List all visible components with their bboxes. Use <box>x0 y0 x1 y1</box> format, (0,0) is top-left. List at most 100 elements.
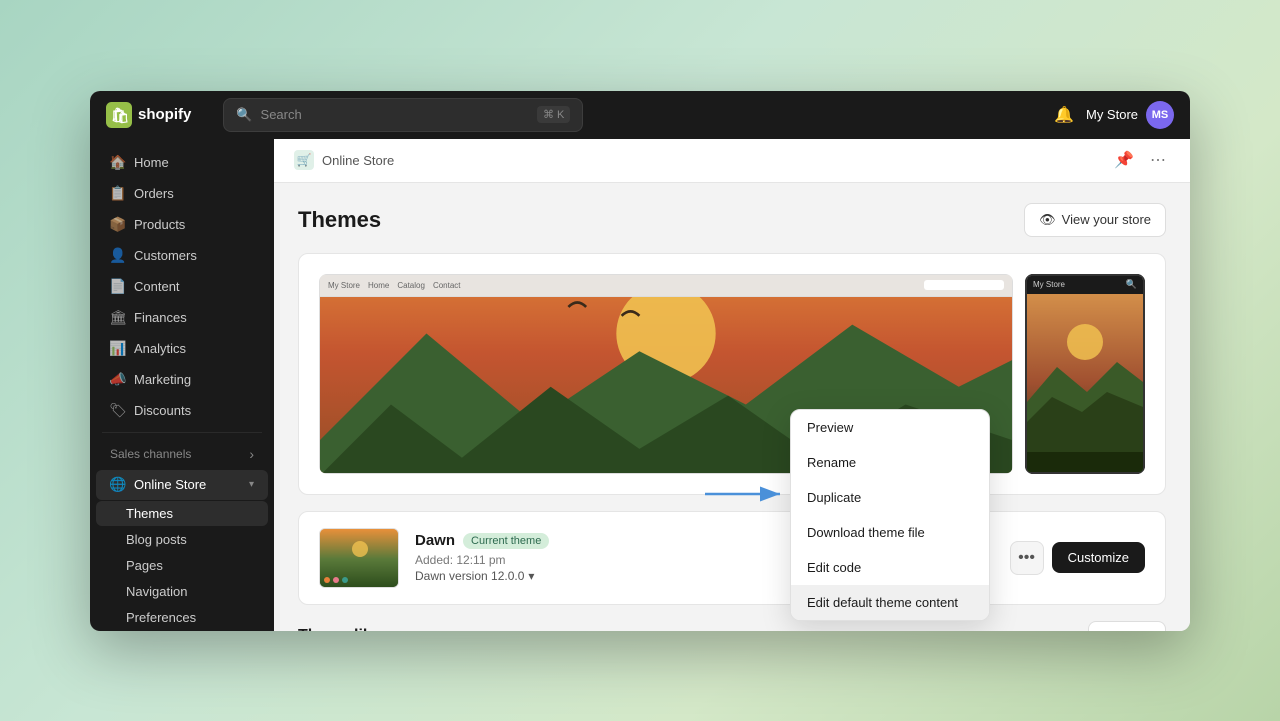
theme-name: Dawn <box>415 532 455 549</box>
mockup-nav-store: My Store <box>328 281 360 290</box>
context-menu-edit-code[interactable]: Edit code <box>791 550 989 585</box>
topbar: 🛍 shopify 🔍 Search ⌘ K 🔔 My Store MS <box>90 91 1190 139</box>
search-placeholder: Search <box>261 107 302 122</box>
mockup-browser-bar: My Store Home Catalog Contact <box>320 275 1012 297</box>
discounts-icon: 🏷 <box>110 403 126 419</box>
duplicate-label: Duplicate <box>807 490 861 505</box>
sidebar-label-home: Home <box>134 155 169 170</box>
current-theme-card: Dawn Current theme Added: 12:11 pm Dawn … <box>298 511 1166 605</box>
logo[interactable]: 🛍 shopify <box>106 102 191 128</box>
breadcrumb-pin-button[interactable]: 📌 <box>1110 146 1138 174</box>
page-title: Themes <box>298 207 381 233</box>
mobile-store-name: My Store <box>1033 280 1065 289</box>
sidebar-item-home[interactable]: 🏠 Home <box>96 148 268 178</box>
mockup-nav: My Store Home Catalog Contact <box>328 281 461 290</box>
customize-button[interactable]: Customize <box>1052 542 1145 573</box>
add-theme-button[interactable]: Add th... <box>1088 621 1166 631</box>
breadcrumb-more-button[interactable]: ⋯ <box>1146 146 1170 174</box>
sidebar-item-content[interactable]: 📄 Content <box>96 272 268 302</box>
current-theme-badge: Current theme <box>463 533 549 549</box>
dot-2 <box>333 577 339 583</box>
content-icon: 📄 <box>110 279 126 295</box>
mockup-mobile-bar: My Store 🔍 <box>1027 276 1143 294</box>
edit-default-label: Edit default theme content <box>807 595 958 610</box>
sidebar-sub-blog-posts[interactable]: Blog posts <box>96 527 268 552</box>
sidebar-sub-themes[interactable]: Themes <box>96 501 268 526</box>
sidebar-label-customers: Customers <box>134 248 197 263</box>
preview-label: Preview <box>807 420 853 435</box>
theme-preview-small: My Store 🔍 <box>1025 274 1145 474</box>
context-menu-rename[interactable]: Rename <box>791 445 989 480</box>
sidebar-item-products[interactable]: 📦 Products <box>96 210 268 240</box>
sidebar-item-analytics[interactable]: 📊 Analytics <box>96 334 268 364</box>
themes-label: Themes <box>126 506 173 521</box>
dot-3 <box>342 577 348 583</box>
context-menu-download[interactable]: Download theme file <box>791 515 989 550</box>
sidebar-divider-1 <box>102 432 262 433</box>
analytics-icon: 📊 <box>110 341 126 357</box>
sidebar-item-orders[interactable]: 📋 Orders <box>96 179 268 209</box>
mockup-mobile-content <box>1027 294 1143 472</box>
view-store-button[interactable]: 👁 View your store <box>1024 203 1166 237</box>
theme-preview-card: My Store Home Catalog Contact <box>298 253 1166 495</box>
svg-text:🛍: 🛍 <box>111 107 130 124</box>
context-menu-duplicate[interactable]: Duplicate <box>791 480 989 515</box>
sidebar: 🏠 Home 📋 Orders 📦 Products 👤 Customers 📄… <box>90 139 274 631</box>
online-store-header[interactable]: 🌐 Online Store ▾ <box>96 470 268 500</box>
context-menu-preview[interactable]: Preview <box>791 410 989 445</box>
store-name: My Store <box>1086 107 1138 122</box>
theme-library-header: Theme library Add th... <box>298 621 1166 631</box>
context-menu-edit-default[interactable]: Edit default theme content <box>791 585 989 620</box>
context-arrow <box>700 479 790 514</box>
dots-icon: ••• <box>1018 549 1035 567</box>
home-icon: 🏠 <box>110 155 126 171</box>
blog-posts-label: Blog posts <box>126 532 187 547</box>
theme-library-title: Theme library <box>298 627 403 631</box>
sidebar-item-discounts[interactable]: 🏷 Discounts <box>96 396 268 426</box>
sidebar-item-customers[interactable]: 👤 Customers <box>96 241 268 271</box>
sales-channels-chevron: › <box>249 446 254 462</box>
sidebar-item-marketing[interactable]: 📣 Marketing <box>96 365 268 395</box>
sidebar-label-analytics: Analytics <box>134 341 186 356</box>
theme-dots <box>324 577 348 583</box>
download-label: Download theme file <box>807 525 925 540</box>
topbar-right: 🔔 My Store MS <box>1054 101 1174 129</box>
avatar: MS <box>1146 101 1174 129</box>
online-store-chevron: ▾ <box>249 479 254 490</box>
breadcrumb-icon: 🛒 <box>294 150 314 170</box>
pages-label: Pages <box>126 558 163 573</box>
sidebar-item-finances[interactable]: 🏛 Finances <box>96 303 268 333</box>
page-header: Themes 👁 View your store <box>298 203 1166 237</box>
sidebar-label-orders: Orders <box>134 186 174 201</box>
mockup-nav-catalog: Catalog <box>397 281 425 290</box>
version-chevron: ▾ <box>528 569 534 583</box>
rename-label: Rename <box>807 455 856 470</box>
edit-code-label: Edit code <box>807 560 861 575</box>
sidebar-sub-navigation[interactable]: Navigation <box>96 579 268 604</box>
breadcrumb-bar: 🛒 Online Store 📌 ⋯ <box>274 139 1190 183</box>
logo-text: shopify <box>138 106 191 123</box>
theme-more-button[interactable]: ••• <box>1010 541 1044 575</box>
context-menu: Preview Rename Duplicate Download theme … <box>790 409 990 621</box>
products-icon: 📦 <box>110 217 126 233</box>
theme-actions: ••• Customize <box>1010 541 1145 575</box>
search-bar[interactable]: 🔍 Search ⌘ K <box>223 98 583 132</box>
breadcrumb-actions: 📌 ⋯ <box>1110 146 1170 174</box>
sidebar-label-content: Content <box>134 279 180 294</box>
dot-1 <box>324 577 330 583</box>
search-shortcut: ⌘ K <box>537 106 570 123</box>
view-store-label: View your store <box>1062 212 1151 227</box>
store-badge: My Store MS <box>1086 101 1174 129</box>
sales-channels-label: Sales channels <box>110 447 191 461</box>
bell-icon[interactable]: 🔔 <box>1054 105 1074 125</box>
content-area: 🛒 Online Store 📌 ⋯ Themes 👁 View your st… <box>274 139 1190 631</box>
sales-channels-header: Sales channels › <box>96 439 268 469</box>
sidebar-label-products: Products <box>134 217 185 232</box>
sidebar-sub-preferences[interactable]: Preferences <box>96 605 268 630</box>
preferences-label: Preferences <box>126 610 196 625</box>
sidebar-sub-pages[interactable]: Pages <box>96 553 268 578</box>
sidebar-label-discounts: Discounts <box>134 403 191 418</box>
search-icon: 🔍 <box>236 107 252 123</box>
main-layout: 🏠 Home 📋 Orders 📦 Products 👤 Customers 📄… <box>90 139 1190 631</box>
eye-icon: 👁 <box>1039 212 1056 228</box>
